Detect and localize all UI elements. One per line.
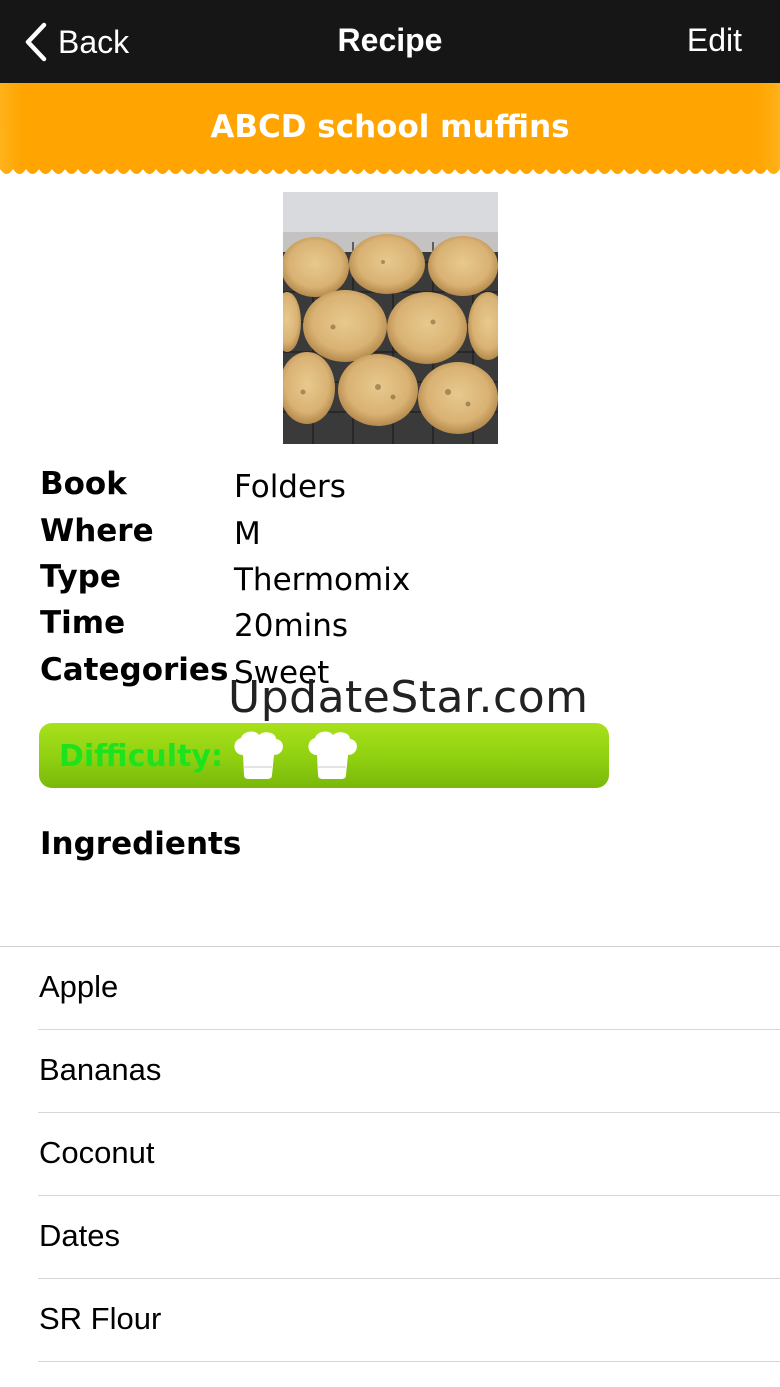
detail-label: Book: [40, 466, 127, 502]
recipe-title-banner: ABCD school muffins: [0, 83, 780, 180]
list-item[interactable]: Apple: [0, 947, 780, 1030]
detail-value: Thermomix: [234, 562, 411, 598]
watermark: UpdateStar.com: [228, 672, 589, 723]
row-separator: [38, 1361, 780, 1362]
list-item[interactable]: SR Flour: [0, 1279, 780, 1362]
detail-value: 20mins: [234, 608, 349, 644]
back-button[interactable]: Back: [24, 20, 129, 64]
list-item[interactable]: Coconut: [0, 1113, 780, 1196]
detail-row-time: Time 20mins: [40, 605, 640, 649]
difficulty-label: Difficulty:: [59, 739, 223, 774]
chef-hat-icon: [234, 731, 283, 779]
detail-row-type: Type Thermomix: [40, 559, 640, 603]
edit-button[interactable]: Edit: [687, 22, 742, 59]
chevron-left-icon: [25, 22, 47, 62]
detail-row-book: Book Folders: [40, 466, 640, 510]
detail-value: M: [234, 516, 261, 552]
ingredient-label: Dates: [39, 1218, 120, 1253]
navigation-bar: Back Recipe Edit: [0, 0, 780, 83]
back-label: Back: [58, 23, 130, 60]
detail-row-where: Where M: [40, 513, 640, 557]
detail-label: Where: [40, 513, 154, 549]
list-item[interactable]: Dates: [0, 1196, 780, 1279]
difficulty-bar: Difficulty:: [39, 723, 609, 788]
detail-label: Time: [40, 605, 126, 641]
detail-label: Categories: [40, 652, 229, 688]
ingredient-label: Coconut: [39, 1135, 155, 1170]
ingredients-heading: Ingredients: [40, 826, 242, 862]
ingredient-label: Bananas: [39, 1052, 162, 1087]
detail-value: Folders: [234, 469, 346, 505]
list-item[interactable]: Bananas: [0, 1030, 780, 1113]
recipe-title: ABCD school muffins: [210, 109, 570, 145]
recipe-photo: [283, 192, 498, 444]
detail-label: Type: [40, 559, 121, 595]
chef-hat-icon: [308, 731, 357, 779]
ingredient-label: SR Flour: [39, 1301, 162, 1336]
ingredient-label: Apple: [39, 969, 119, 1004]
